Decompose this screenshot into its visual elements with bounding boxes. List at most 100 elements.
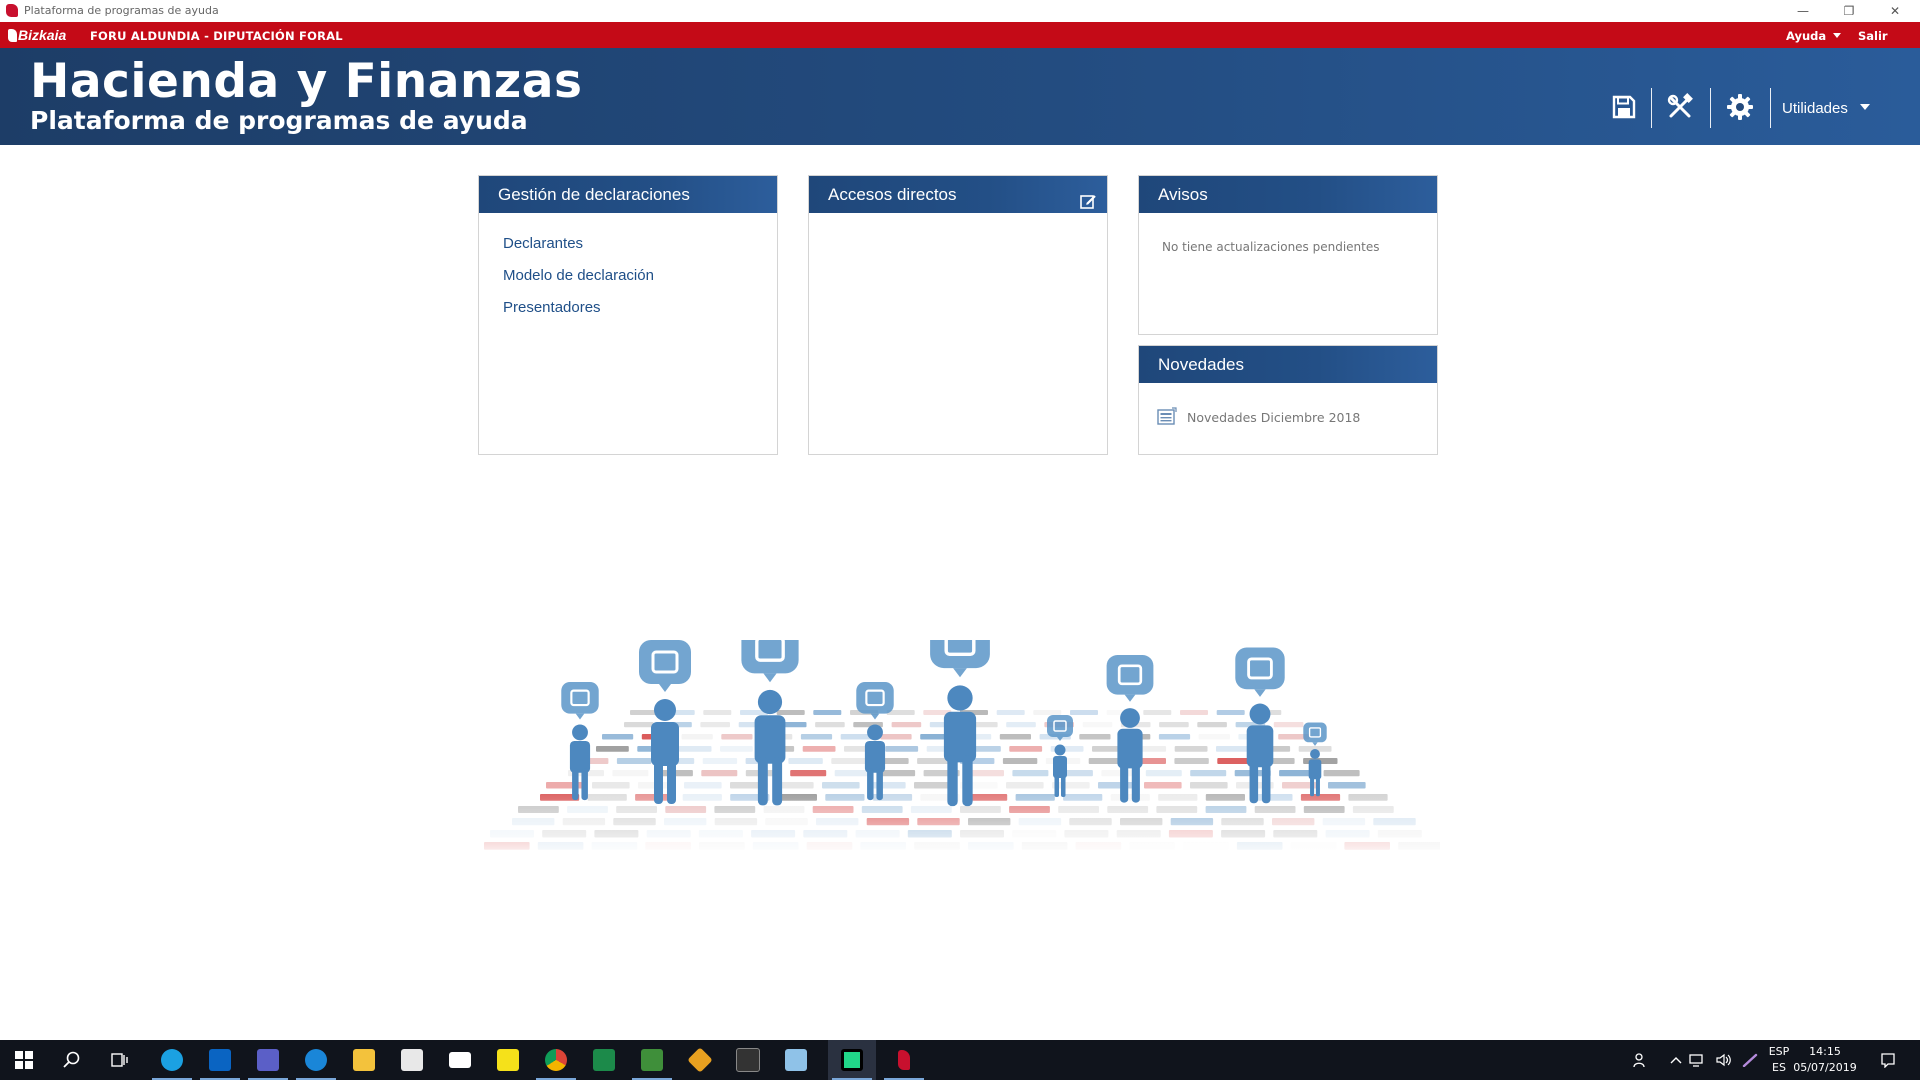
grid-tile [1145,770,1182,777]
panel-title: Novedades [1139,346,1437,383]
grid-tile [1033,710,1062,715]
taskbar-mail[interactable] [436,1040,484,1080]
grid-tile [813,710,842,715]
grid-tile [1158,734,1191,740]
utilities-menu[interactable]: Utilidades [1782,100,1870,117]
grid-tile [868,782,906,789]
grid-tile [616,758,652,764]
link-declarantes[interactable]: Declarantes [503,235,583,252]
people-button[interactable] [1620,1040,1660,1080]
taskbar-pycharm[interactable] [828,1040,876,1080]
skype-icon [161,1049,183,1071]
grid-tile [721,734,753,740]
grid-tile [790,770,827,777]
edit-icon [1080,195,1096,209]
tools-button[interactable] [1660,88,1700,126]
exit-link[interactable]: Salir [1858,29,1888,43]
settings-button[interactable] [1720,88,1760,126]
grid-tile [996,710,1025,715]
grid-tile [1012,770,1049,777]
volume-icon [1716,1053,1731,1067]
action-center-button[interactable] [1868,1040,1908,1080]
toolbar-divider [1651,88,1652,128]
panel-novedades: Novedades Novedades Diciembre 2018 [1138,345,1438,455]
terminal-icon [736,1048,760,1072]
taskbar-edge[interactable] [292,1040,340,1080]
link-presentadores[interactable]: Presentadores [503,299,601,316]
clock[interactable]: 14:15 05/07/2019 [1790,1044,1860,1076]
taskbar-skype[interactable] [148,1040,196,1080]
link-modelo-declaracion[interactable]: Modelo de declaración [503,267,654,284]
help-menu[interactable]: Ayuda [1786,29,1842,43]
taskbar-chrome[interactable] [532,1040,580,1080]
grid-tile [1002,758,1038,764]
panel-title: Gestión de declaraciones [479,176,777,213]
grid-tile [1216,746,1249,752]
taskbar-teams[interactable] [244,1040,292,1080]
grid-tile [802,746,836,752]
task-view-button[interactable] [96,1040,144,1080]
taskbar-outlook[interactable] [196,1040,244,1080]
page-title: Hacienda y Finanzas [30,54,583,109]
grid-tile [1273,722,1304,728]
grid-tile [1217,758,1252,764]
novedades-item[interactable]: Novedades Diciembre 2018 [1139,383,1437,453]
save-button[interactable] [1604,88,1644,126]
taskbar-bizkaia-app[interactable] [880,1040,928,1080]
grid-tile [1174,746,1208,752]
toolbar-divider [1710,88,1711,128]
grid-tile [684,782,722,789]
clock-time: 14:15 [1809,1045,1841,1058]
minimize-button[interactable]: — [1780,0,1826,22]
grid-tile [1180,710,1208,715]
windows-taskbar: ESP ES 14:15 05/07/2019 [0,1040,1920,1080]
search-button[interactable] [48,1040,96,1080]
grid-tile [831,758,866,764]
grid-tile [1190,770,1227,777]
taskbar-file-explorer[interactable] [340,1040,388,1080]
chevron-down-icon [1833,33,1842,38]
window-title: Plataforma de programas de ayuda [24,4,219,17]
grid-tile [891,722,922,728]
bizkaia-logo[interactable]: Bizkaia [8,27,66,43]
grid-tile [596,746,629,752]
grid-tile [701,770,738,777]
grid-tile [885,746,919,752]
pen-workspace-button[interactable] [1734,1040,1766,1080]
grid-tile [1082,722,1113,728]
taskbar-terminal[interactable] [724,1040,772,1080]
grid-tile [1144,782,1182,789]
taskbar-store[interactable] [388,1040,436,1080]
taskbar-git[interactable] [676,1040,724,1080]
edit-shortcuts-button[interactable] [1080,186,1097,223]
grid-tile [1079,734,1111,740]
grid-tile [815,722,845,728]
taskbar-notes[interactable] [772,1040,820,1080]
page-subtitle: Plataforma de programas de ayuda [30,106,528,135]
taskbar-sticky-notes[interactable] [484,1040,532,1080]
taskbar-sourcetree[interactable] [580,1040,628,1080]
novedades-item-label: Novedades Diciembre 2018 [1187,410,1361,425]
grid-tile [612,770,649,777]
chrome-icon [545,1049,567,1071]
start-button[interactable] [0,1040,48,1080]
mail-icon [449,1052,471,1068]
window-titlebar: Plataforma de programas de ayuda — ❐ ✕ [0,0,1920,23]
restore-button[interactable]: ❐ [1826,0,1872,22]
panel-gestion-declaraciones: Gestión de declaraciones Declarantes Mod… [478,175,778,455]
grid-tile [1006,782,1044,789]
grid-tile [834,770,871,777]
grid-tile [1159,722,1189,728]
teams-icon [257,1049,279,1071]
close-button[interactable]: ✕ [1872,0,1918,22]
grid-tile [1098,782,1136,789]
grid-tile [1009,746,1043,752]
sourcetree-icon [593,1049,615,1071]
search-icon [63,1051,80,1068]
grid-tile [602,734,634,740]
gear-icon [1727,94,1753,120]
tools-icon [1667,93,1693,118]
panel-header: Accesos directos [809,176,1107,213]
taskbar-app[interactable] [628,1040,676,1080]
grid-tile [702,758,738,764]
